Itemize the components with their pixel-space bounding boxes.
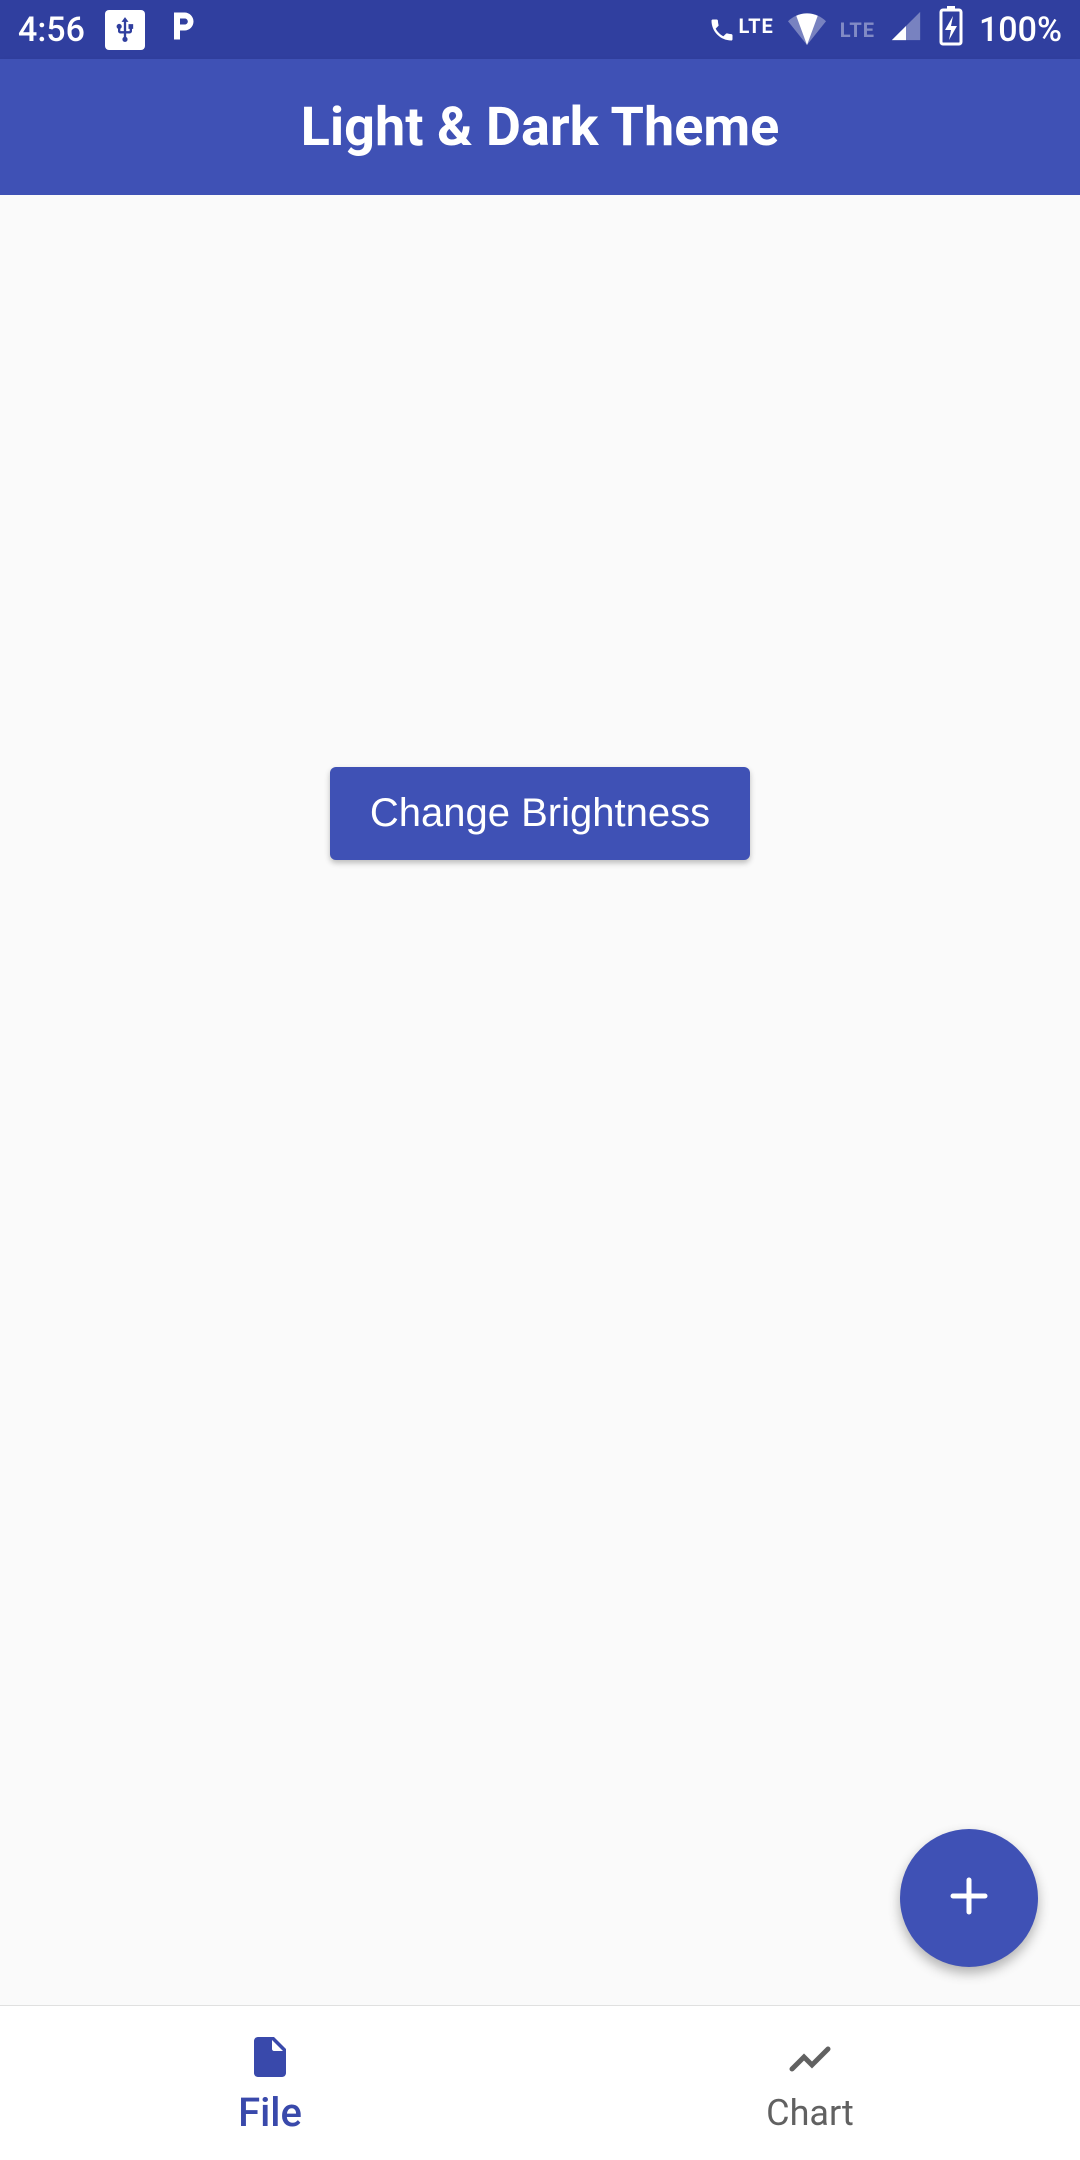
- wifi-icon: [788, 7, 826, 53]
- nav-item-file[interactable]: File: [0, 2006, 540, 2160]
- status-left: 4:56: [18, 8, 201, 52]
- nav-label-file: File: [238, 2093, 302, 2133]
- status-right: LTE LTE 100%: [708, 6, 1062, 54]
- nav-item-chart[interactable]: Chart: [540, 2006, 1080, 2160]
- chart-icon: [786, 2035, 834, 2087]
- change-brightness-button[interactable]: Change Brightness: [330, 767, 750, 860]
- content-area: Change Brightness: [0, 195, 1080, 2005]
- battery-percentage: 100%: [979, 10, 1062, 50]
- plus-icon: [945, 1872, 993, 1924]
- volte-icon: LTE: [708, 16, 773, 44]
- usb-icon: [105, 10, 145, 50]
- bottom-nav: File Chart: [0, 2005, 1080, 2160]
- signal-icon: [889, 9, 923, 51]
- lte-label-dim: LTE: [840, 18, 875, 42]
- p-icon: [165, 8, 201, 52]
- battery-charging-icon: [937, 6, 965, 54]
- nav-label-chart: Chart: [766, 2095, 854, 2131]
- app-bar: Light & Dark Theme: [0, 59, 1080, 195]
- page-title: Light & Dark Theme: [301, 96, 780, 159]
- add-fab-button[interactable]: [900, 1829, 1038, 1967]
- status-bar: 4:56 LTE LTE 100%: [0, 0, 1080, 59]
- status-time: 4:56: [18, 10, 85, 50]
- file-icon: [246, 2033, 294, 2085]
